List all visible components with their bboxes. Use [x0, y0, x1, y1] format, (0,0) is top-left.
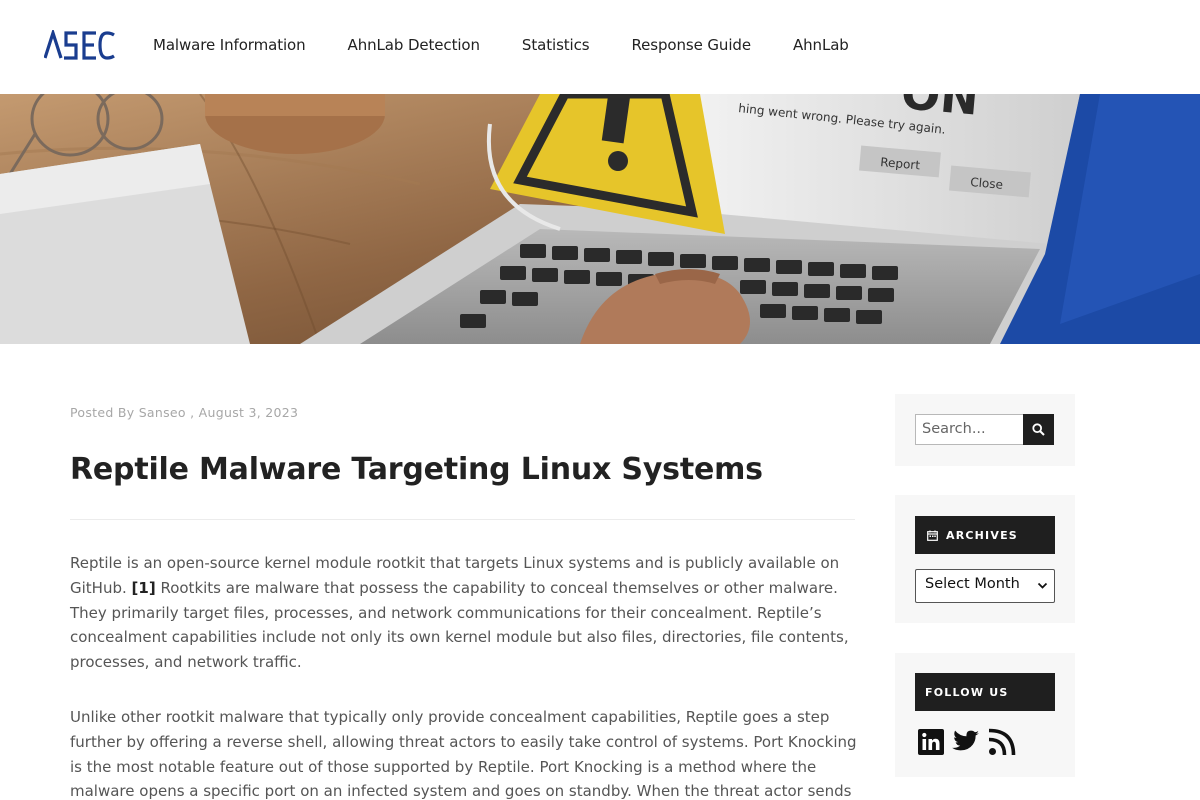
title-divider: [70, 519, 855, 520]
chevron-down-icon: [1037, 582, 1048, 589]
p1-text-b: Rootkits are malware that possess the ca…: [70, 578, 849, 672]
linkedin-link[interactable]: [917, 728, 945, 756]
hero-close-button-text: Close: [970, 175, 1004, 192]
post-meta: Posted By Sanseo , August 3, 2023: [70, 405, 299, 420]
archives-widget: ARCHIVES Select Month: [895, 495, 1075, 623]
rss-link[interactable]: [988, 728, 1016, 756]
hero-image: hing went wrong. Please try again. Repor…: [0, 94, 1200, 344]
linkedin-icon: [918, 729, 944, 755]
archives-widget-title: ARCHIVES: [915, 516, 1055, 554]
post-title: Reptile Malware Targeting Linux Systems: [70, 452, 763, 487]
reference-link-1[interactable]: [1]: [132, 579, 156, 597]
twitter-link[interactable]: [952, 728, 980, 756]
nav-ahnlab-detection[interactable]: AhnLab Detection: [348, 36, 480, 54]
search-icon: [1032, 423, 1045, 436]
search-widget: Search...: [895, 394, 1075, 466]
main-nav: Malware Information AhnLab Detection Sta…: [153, 36, 891, 54]
post-paragraph-1: Reptile is an open-source kernel module …: [70, 551, 860, 675]
nav-statistics[interactable]: Statistics: [522, 36, 590, 54]
calendar-icon: [927, 530, 938, 541]
asec-logo[interactable]: [44, 30, 116, 60]
site-header: Malware Information AhnLab Detection Sta…: [0, 0, 1200, 94]
search-button[interactable]: [1023, 414, 1054, 445]
archives-title-text: ARCHIVES: [946, 528, 1018, 542]
archives-select-value: Select Month: [925, 576, 1020, 592]
twitter-icon: [952, 730, 979, 751]
search-input[interactable]: Search...: [915, 414, 1025, 445]
nav-response-guide[interactable]: Response Guide: [632, 36, 752, 54]
archives-select[interactable]: Select Month: [915, 569, 1055, 603]
nav-ahnlab[interactable]: AhnLab: [793, 36, 849, 54]
follow-widget: FOLLOW US: [895, 653, 1075, 777]
post-paragraph-2: Unlike other rootkit malware that typica…: [70, 708, 857, 800]
follow-widget-title: FOLLOW US: [915, 673, 1055, 711]
rss-icon: [988, 728, 1016, 756]
nav-malware-information[interactable]: Malware Information: [153, 36, 306, 54]
